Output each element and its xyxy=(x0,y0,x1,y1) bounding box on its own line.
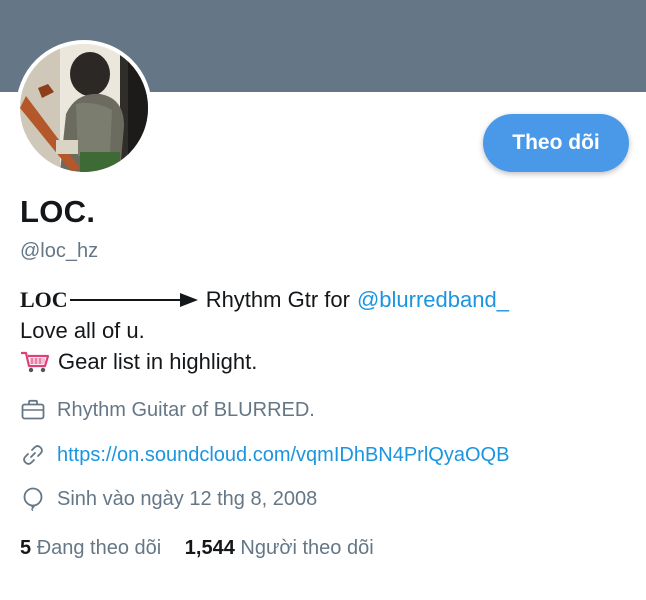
bio-mention-link[interactable]: @blurredband_ xyxy=(357,284,509,315)
profile-work: Rhythm Guitar of BLURRED. xyxy=(20,398,315,422)
profile-birthday: Sinh vào ngày 12 thg 8, 2008 xyxy=(20,487,317,511)
follow-button[interactable]: Theo dõi xyxy=(483,114,629,172)
display-name: LOC. xyxy=(20,194,96,229)
bio-line-1: LOC Rhythm Gtr for @blurredband_ xyxy=(20,284,509,315)
username-handle: @loc_hz xyxy=(20,240,99,262)
arrow-right-icon xyxy=(69,298,180,301)
profile-website[interactable]: https://on.soundcloud.com/vqmIDhBN4PrlQy… xyxy=(20,443,509,467)
bio-role-text: Rhythm Gtr for xyxy=(205,287,350,312)
avatar[interactable] xyxy=(16,40,152,176)
bio-line-3: Gear list in highlight. xyxy=(20,346,509,377)
website-link[interactable]: https://on.soundcloud.com/vqmIDhBN4PrlQy… xyxy=(57,444,509,467)
balloon-icon xyxy=(20,487,46,511)
followers-stat[interactable]: 1,544 Người theo dõi xyxy=(185,537,374,559)
shopping-cart-icon xyxy=(20,350,50,374)
bio-prefix: LOC xyxy=(20,287,68,312)
profile-stats: 5 Đang theo dõi 1,544 Người theo dõi xyxy=(20,537,392,560)
bio-line-2: Love all of u. xyxy=(20,318,145,343)
following-stat[interactable]: 5 Đang theo dõi xyxy=(20,537,167,559)
briefcase-icon xyxy=(20,398,46,422)
link-icon xyxy=(20,443,46,467)
bio: LOC Rhythm Gtr for @blurredband_ Love al… xyxy=(20,284,509,377)
